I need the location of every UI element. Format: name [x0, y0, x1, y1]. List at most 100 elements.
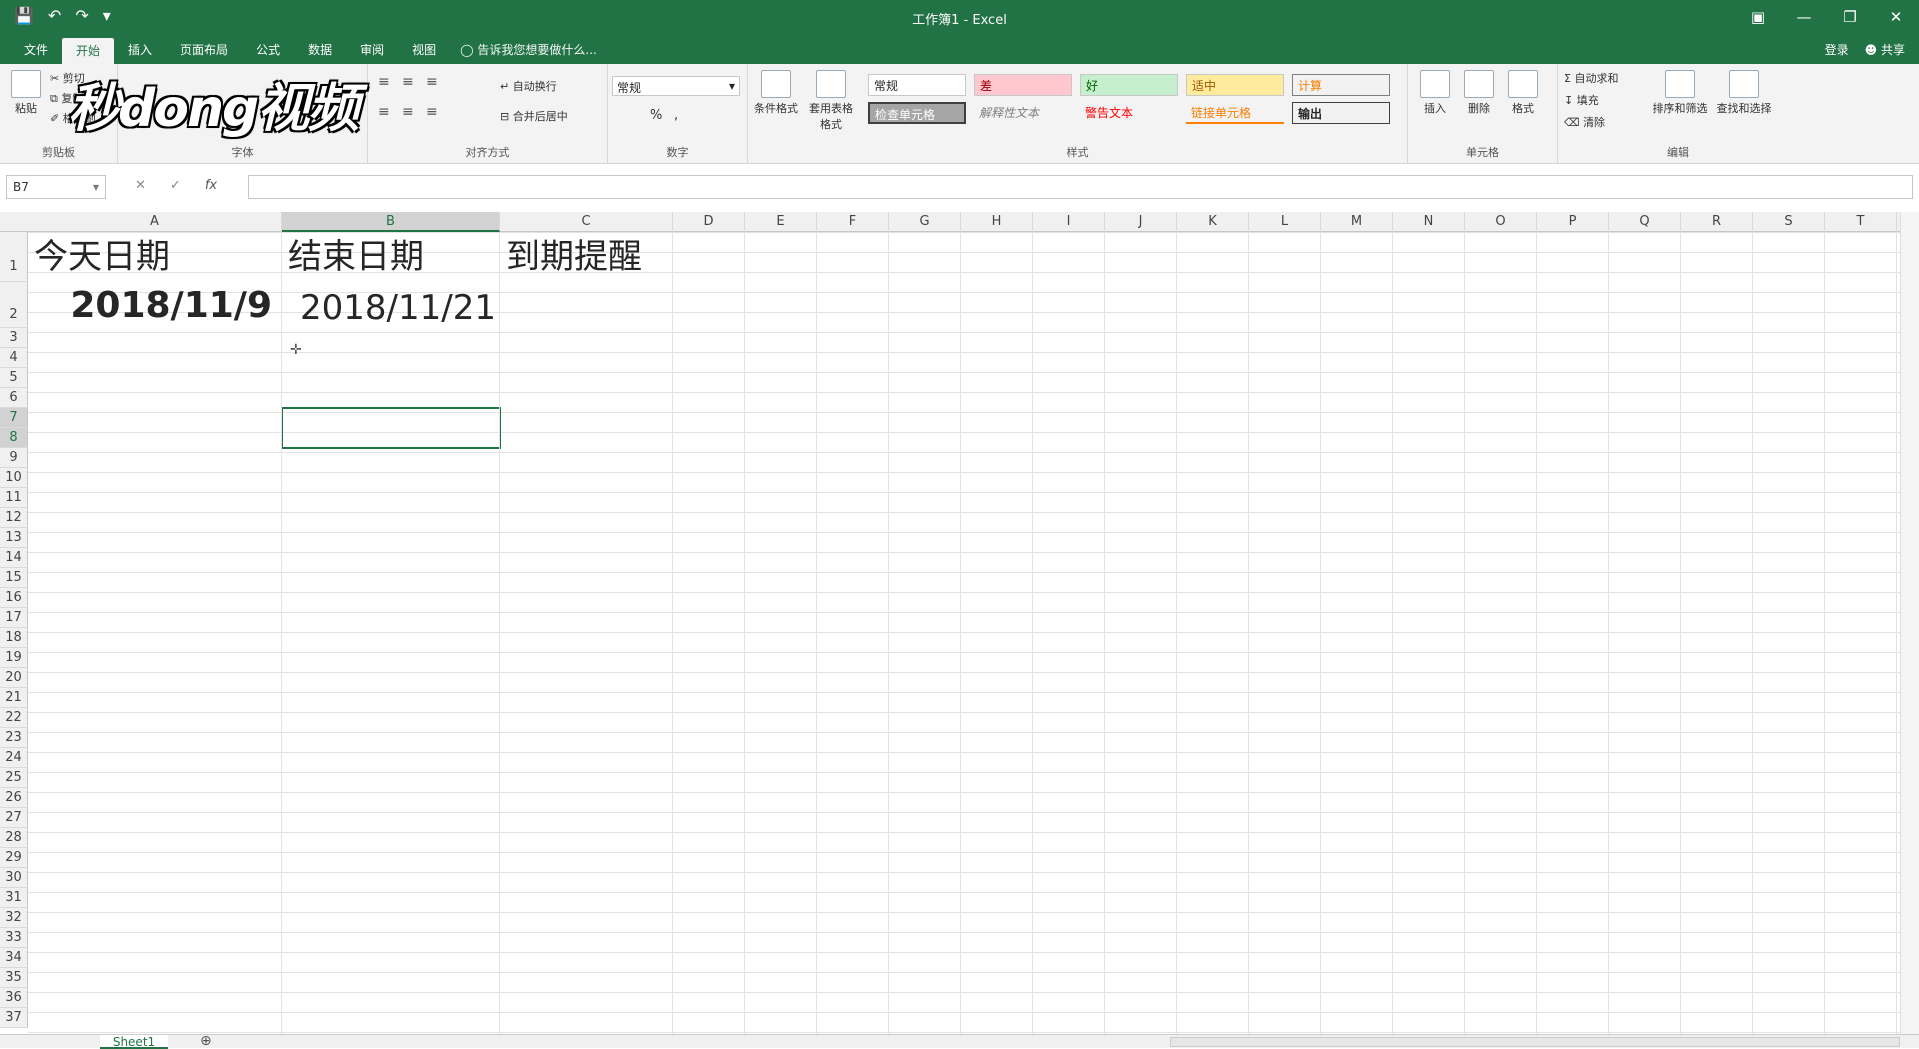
column-header-K[interactable]: K: [1177, 212, 1249, 232]
row-header-30[interactable]: 30: [0, 868, 28, 888]
fill-button[interactable]: ↧ 填充: [1564, 92, 1599, 108]
column-header-R[interactable]: R: [1681, 212, 1753, 232]
row-header-4[interactable]: 4: [0, 348, 28, 368]
row-header-7[interactable]: 7: [0, 408, 28, 428]
row-header-3[interactable]: 3: [0, 328, 28, 348]
column-header-E[interactable]: E: [745, 212, 817, 232]
paste-button[interactable]: 粘贴: [8, 70, 44, 116]
tab-insert[interactable]: 插入: [114, 34, 166, 64]
row-header-11[interactable]: 11: [0, 488, 28, 508]
column-header-I[interactable]: I: [1033, 212, 1105, 232]
cell-A1[interactable]: 今天日期: [34, 234, 170, 280]
row-header-6[interactable]: 6: [0, 388, 28, 408]
align-right-icon[interactable]: ≡: [426, 104, 438, 120]
minimize-icon[interactable]: —: [1781, 0, 1827, 34]
cell-B1[interactable]: 结束日期: [288, 234, 424, 280]
align-center-icon[interactable]: ≡: [402, 104, 414, 120]
tab-home[interactable]: 开始: [62, 38, 115, 64]
row-header-9[interactable]: 9: [0, 448, 28, 468]
column-header-L[interactable]: L: [1249, 212, 1321, 232]
row-header-34[interactable]: 34: [0, 948, 28, 968]
tab-data[interactable]: 数据: [294, 34, 346, 64]
style-neutral[interactable]: 适中: [1186, 74, 1284, 96]
row-header-13[interactable]: 13: [0, 528, 28, 548]
column-header-P[interactable]: P: [1537, 212, 1609, 232]
row-header-8[interactable]: 8: [0, 428, 28, 448]
column-header-T[interactable]: T: [1825, 212, 1897, 232]
row-header-22[interactable]: 22: [0, 708, 28, 728]
row-header-25[interactable]: 25: [0, 768, 28, 788]
login-link[interactable]: 登录: [1825, 41, 1849, 58]
row-header-5[interactable]: 5: [0, 368, 28, 388]
find-select-button[interactable]: 查找和选择: [1714, 70, 1774, 116]
sheet-tab-sheet1[interactable]: Sheet1: [100, 1035, 168, 1049]
column-header-J[interactable]: J: [1105, 212, 1177, 232]
style-bad[interactable]: 差: [974, 74, 1072, 96]
column-header-N[interactable]: N: [1393, 212, 1465, 232]
row-header-24[interactable]: 24: [0, 748, 28, 768]
align-middle-icon[interactable]: ≡: [402, 74, 414, 90]
merge-center-button[interactable]: ⊟ 合并后居中: [500, 108, 568, 124]
cell-B2[interactable]: 2018/11/21: [300, 284, 496, 332]
style-warning[interactable]: 警告文本: [1080, 102, 1178, 124]
insert-cells-button[interactable]: 插入: [1416, 70, 1454, 116]
style-output[interactable]: 输出: [1292, 102, 1390, 124]
style-linked-cell[interactable]: 链接单元格: [1186, 102, 1284, 124]
row-header-2[interactable]: 2: [0, 282, 28, 328]
name-box[interactable]: B7 ▾: [6, 175, 106, 199]
style-good[interactable]: 好: [1080, 74, 1178, 96]
format-as-table-button[interactable]: 套用表格格式: [804, 70, 858, 132]
style-normal[interactable]: 常规: [868, 74, 966, 96]
comma-button[interactable]: ,: [674, 108, 678, 123]
align-bottom-icon[interactable]: ≡: [426, 74, 438, 90]
column-header-S[interactable]: S: [1753, 212, 1825, 232]
align-left-icon[interactable]: ≡: [378, 104, 390, 120]
column-header-G[interactable]: G: [889, 212, 961, 232]
tab-view[interactable]: 视图: [398, 34, 450, 64]
row-header-35[interactable]: 35: [0, 968, 28, 988]
style-calculation[interactable]: 计算: [1292, 74, 1390, 96]
clear-button[interactable]: ⌫ 清除: [1564, 114, 1605, 130]
row-header-18[interactable]: 18: [0, 628, 28, 648]
row-header-12[interactable]: 12: [0, 508, 28, 528]
conditional-format-button[interactable]: 条件格式: [752, 70, 800, 116]
row-header-10[interactable]: 10: [0, 468, 28, 488]
tab-file[interactable]: 文件: [10, 34, 62, 64]
close-icon[interactable]: ✕: [1873, 0, 1919, 34]
column-header-F[interactable]: F: [817, 212, 889, 232]
column-header-O[interactable]: O: [1465, 212, 1537, 232]
row-header-37[interactable]: 37: [0, 1008, 28, 1028]
format-cells-button[interactable]: 格式: [1504, 70, 1542, 116]
row-header-26[interactable]: 26: [0, 788, 28, 808]
row-header-15[interactable]: 15: [0, 568, 28, 588]
row-header-16[interactable]: 16: [0, 588, 28, 608]
tab-page-layout[interactable]: 页面布局: [166, 34, 242, 64]
row-header-29[interactable]: 29: [0, 848, 28, 868]
row-header-14[interactable]: 14: [0, 548, 28, 568]
row-header-17[interactable]: 17: [0, 608, 28, 628]
row-header-19[interactable]: 19: [0, 648, 28, 668]
column-header-D[interactable]: D: [673, 212, 745, 232]
sort-filter-button[interactable]: 排序和筛选: [1650, 70, 1710, 116]
tell-me-search[interactable]: ◯ 告诉我您想要做什么...: [450, 34, 607, 64]
style-check-cell[interactable]: 检查单元格: [868, 102, 966, 124]
formula-input[interactable]: [248, 175, 1913, 199]
row-header-33[interactable]: 33: [0, 928, 28, 948]
style-explanatory[interactable]: 解释性文本: [974, 102, 1072, 124]
column-header-B[interactable]: B: [282, 212, 500, 232]
row-header-31[interactable]: 31: [0, 888, 28, 908]
row-header-28[interactable]: 28: [0, 828, 28, 848]
cell-C1[interactable]: 到期提醒: [506, 234, 642, 280]
wrap-text-button[interactable]: ↵ 自动换行: [500, 78, 557, 94]
enter-icon[interactable]: ✓: [170, 178, 181, 193]
delete-cells-button[interactable]: 删除: [1460, 70, 1498, 116]
tab-review[interactable]: 审阅: [346, 34, 398, 64]
cell-A2[interactable]: 2018/11/9: [28, 284, 276, 328]
vertical-scrollbar[interactable]: [1900, 212, 1919, 1034]
insert-function-button[interactable]: fx: [205, 178, 217, 193]
column-header-M[interactable]: M: [1321, 212, 1393, 232]
percent-button[interactable]: %: [650, 108, 662, 123]
share-button[interactable]: ☻ 共享: [1865, 41, 1905, 58]
row-header-1[interactable]: 1: [0, 232, 28, 282]
row-header-23[interactable]: 23: [0, 728, 28, 748]
